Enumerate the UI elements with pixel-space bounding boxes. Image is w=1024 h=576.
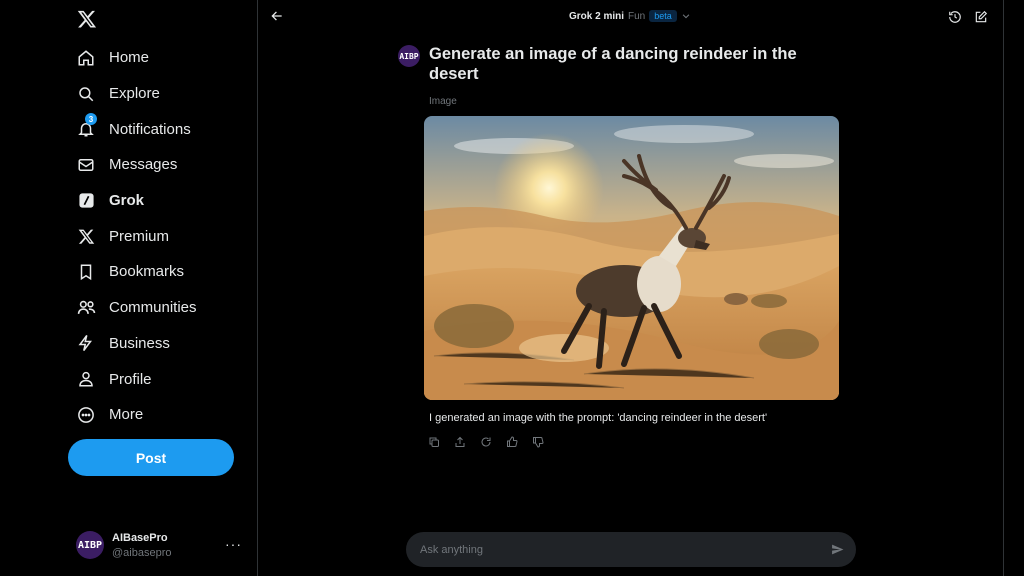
nav-label: Notifications xyxy=(109,120,191,138)
grok-main: Grok 2 mini Fun beta AIBP Generate an im… xyxy=(259,0,1004,576)
nav-item-business[interactable]: Business xyxy=(70,326,197,362)
prompt-text: Generate an image of a dancing reindeer … xyxy=(429,45,797,83)
model-mode: Fun xyxy=(628,10,646,22)
nav-label: Explore xyxy=(109,85,160,103)
nav-item-more[interactable]: More xyxy=(70,397,197,433)
nav-item-explore[interactable]: Explore xyxy=(70,76,197,112)
grok-header: Grok 2 mini Fun beta xyxy=(259,0,1004,36)
avatar: AIBP xyxy=(398,45,420,67)
nav-label: Bookmarks xyxy=(109,263,185,281)
home-icon xyxy=(76,48,96,68)
search-icon xyxy=(76,84,96,104)
grok-icon xyxy=(76,191,96,211)
nav-item-premium[interactable]: Premium xyxy=(70,218,197,254)
user-prompt: AIBP Generate an image of a dancing rein… xyxy=(398,44,798,84)
history-icon[interactable] xyxy=(948,10,962,24)
more-circle-icon xyxy=(76,405,96,425)
lightning-icon xyxy=(76,333,96,353)
person-icon xyxy=(76,369,96,389)
copy-icon[interactable] xyxy=(428,436,442,450)
more-dots-icon[interactable]: ··· xyxy=(225,536,242,552)
notification-badge: 3 xyxy=(85,113,97,126)
nav-item-communities[interactable]: Communities xyxy=(70,290,197,326)
avatar: AIBP xyxy=(76,531,104,559)
account-info: AIBasePro @aibasepro xyxy=(112,532,171,559)
chevron-down-icon xyxy=(681,11,691,21)
thumbs-down-icon[interactable] xyxy=(532,436,546,450)
header-actions xyxy=(948,10,988,24)
sidebar: Home Explore 3 Notifications Messages Gr… xyxy=(0,0,258,576)
nav-label: More xyxy=(109,406,144,424)
share-icon[interactable] xyxy=(454,436,468,450)
nav-label: Communities xyxy=(109,299,197,317)
thumbs-up-icon[interactable] xyxy=(506,436,520,450)
bell-icon: 3 xyxy=(76,113,97,139)
people-icon xyxy=(76,298,96,318)
x-icon xyxy=(76,226,96,246)
post-button[interactable]: Post xyxy=(68,439,234,476)
nav-label: Grok xyxy=(109,192,145,210)
primary-nav: Home Explore 3 Notifications Messages Gr… xyxy=(70,40,197,433)
envelope-icon xyxy=(76,155,96,175)
ask-composer xyxy=(406,532,856,567)
nav-item-grok[interactable]: Grok xyxy=(70,183,197,219)
nav-item-bookmarks[interactable]: Bookmarks xyxy=(70,254,197,290)
nav-label: Business xyxy=(109,334,170,352)
send-icon[interactable] xyxy=(831,543,844,556)
model-name: Grok 2 mini xyxy=(569,10,625,22)
back-arrow-icon[interactable] xyxy=(270,9,286,25)
nav-label: Home xyxy=(109,49,150,67)
account-switcher[interactable]: AIBP AIBasePro @aibasepro ··· xyxy=(76,528,248,562)
bookmark-icon xyxy=(76,262,96,282)
nav-item-profile[interactable]: Profile xyxy=(70,361,197,397)
response-caption: I generated an image with the prompt: 'd… xyxy=(429,412,768,424)
account-handle: @aibasepro xyxy=(112,546,172,559)
ask-input[interactable] xyxy=(420,543,800,556)
response-actions xyxy=(428,436,546,450)
model-selector[interactable]: Grok 2 mini Fun beta xyxy=(569,10,691,22)
account-name: AIBasePro xyxy=(112,531,168,544)
regenerate-icon[interactable] xyxy=(480,436,494,450)
nav-label: Profile xyxy=(109,370,152,388)
beta-badge: beta xyxy=(649,10,677,22)
nav-item-notifications[interactable]: 3 Notifications xyxy=(70,111,197,147)
nav-item-home[interactable]: Home xyxy=(70,40,197,76)
nav-label: Premium xyxy=(109,227,170,245)
nav-label: Messages xyxy=(109,156,178,174)
x-logo-icon[interactable] xyxy=(74,6,100,32)
generated-image[interactable] xyxy=(424,116,839,400)
nav-item-messages[interactable]: Messages xyxy=(70,147,197,183)
new-chat-icon[interactable] xyxy=(974,10,988,24)
image-label: Image xyxy=(429,96,457,107)
